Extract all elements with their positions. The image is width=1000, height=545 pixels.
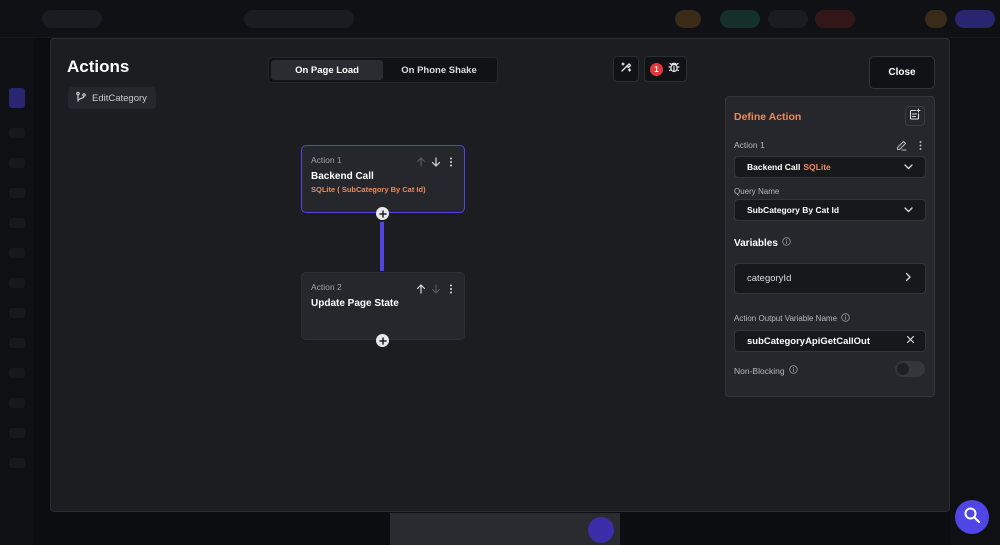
issues-button[interactable]: 1 (644, 56, 687, 82)
background-sidebar-item (9, 308, 25, 318)
action-label: Action 1 (734, 140, 765, 150)
toggle-knob (897, 363, 909, 375)
pencil-icon[interactable] (896, 138, 907, 156)
background-sidebar-item (9, 188, 25, 198)
define-action-panel: Define Action Action 1 Backend Call SQLi… (725, 96, 935, 397)
action-type-value: Backend Call (747, 162, 801, 172)
add-note-icon (909, 107, 921, 125)
background-button (955, 10, 995, 28)
action-title: Update Page State (311, 298, 399, 309)
more-vertical-icon[interactable] (446, 281, 456, 299)
background-canvas-button (588, 517, 614, 543)
action-type-accent: SQLite (803, 162, 831, 172)
arrow-up-icon[interactable] (416, 281, 426, 299)
add-action-button[interactable] (376, 207, 389, 220)
add-action-panel-button[interactable] (905, 106, 925, 126)
non-blocking-toggle[interactable] (895, 361, 925, 377)
background-topbar (0, 0, 1000, 38)
action-card-2[interactable]: Action 2 Update Page State (301, 272, 465, 340)
background-sidebar-item (9, 158, 25, 168)
magic-wand-icon (619, 60, 633, 79)
action-card-1[interactable]: Action 1 Backend Call SQLite ( SubCatego… (301, 145, 465, 213)
tab-on-page-load[interactable]: On Page Load (271, 60, 383, 80)
modal-title: Actions (67, 57, 130, 76)
variable-row[interactable]: categoryId (734, 263, 926, 294)
background-sidebar (0, 38, 34, 545)
plus-icon (378, 205, 387, 223)
background-sidebar-item (9, 458, 25, 468)
actions-modal: Actions EditCategory On Page Load On Pho… (50, 38, 950, 512)
arrow-down-icon[interactable] (431, 281, 441, 299)
search-icon (963, 506, 981, 529)
background-sidebar-item (9, 128, 25, 138)
background-pill (675, 10, 701, 28)
background-sidebar-item (9, 428, 25, 438)
background-logo (42, 10, 102, 28)
background-sidebar-item (9, 338, 25, 348)
background-avatar (925, 10, 947, 28)
more-vertical-icon[interactable] (446, 154, 456, 172)
background-sidebar-item (9, 278, 25, 288)
close-button[interactable]: Close (869, 56, 935, 89)
background-sidebar-item (9, 368, 25, 378)
background-pill (768, 10, 808, 28)
action-header-icons (896, 138, 926, 156)
output-var-value: subCategoryApiGetCallOut (747, 335, 870, 347)
output-var-heading: Action Output Variable Name (734, 313, 850, 324)
output-var-label: Action Output Variable Name (734, 314, 838, 323)
more-vertical-icon[interactable] (915, 138, 926, 156)
issues-count-badge: 1 (650, 62, 663, 76)
query-name-label: Query Name (734, 187, 780, 196)
action-title: Backend Call (311, 171, 374, 182)
arrow-up-icon[interactable] (416, 154, 426, 172)
add-action-button[interactable] (376, 334, 389, 347)
background-sidebar-item (9, 398, 25, 408)
non-blocking-heading: Non-Blocking (734, 365, 798, 376)
output-var-input[interactable]: subCategoryApiGetCallOut (734, 330, 926, 352)
background-sidebar-item (9, 248, 25, 258)
plus-icon (378, 332, 387, 350)
action-controls (416, 154, 456, 172)
bug-icon (667, 60, 681, 79)
info-icon[interactable] (841, 313, 850, 324)
background-right-panel (950, 38, 1000, 545)
search-fab-button[interactable] (955, 500, 989, 534)
ai-assist-button[interactable] (613, 56, 639, 82)
action-type-select[interactable]: Backend Call SQLite (734, 156, 926, 178)
action-connector (380, 222, 384, 271)
variables-heading: Variables (734, 237, 791, 249)
background-sidebar-item (9, 88, 25, 108)
chevron-down-icon (903, 161, 914, 174)
variables-label: Variables (734, 237, 778, 249)
chevron-down-icon (903, 204, 914, 217)
chevron-right-icon (903, 272, 913, 285)
branch-icon (75, 91, 87, 106)
non-blocking-label: Non-Blocking (734, 365, 785, 376)
clear-icon[interactable] (906, 335, 915, 347)
background-canvas (390, 513, 620, 545)
query-name-value: SubCategory By Cat Id (747, 205, 840, 215)
variable-name: categoryId (747, 273, 792, 284)
query-name-select[interactable]: SubCategory By Cat Id (734, 199, 926, 221)
background-pill (720, 10, 760, 28)
trigger-tabs: On Page Load On Phone Shake (268, 57, 498, 83)
background-nav (244, 10, 354, 28)
info-icon[interactable] (788, 365, 798, 376)
panel-title: Define Action (734, 111, 802, 123)
tab-on-phone-shake[interactable]: On Phone Shake (383, 60, 495, 80)
background-sidebar-item (9, 218, 25, 228)
arrow-down-icon[interactable] (431, 154, 441, 172)
widget-chip-label: EditCategory (92, 92, 147, 104)
action-subtitle: SQLite ( SubCategory By Cat Id) (311, 185, 426, 194)
action-controls (416, 281, 456, 299)
background-pill (815, 10, 855, 28)
widget-chip[interactable]: EditCategory (68, 87, 156, 109)
info-icon[interactable] (782, 237, 791, 249)
